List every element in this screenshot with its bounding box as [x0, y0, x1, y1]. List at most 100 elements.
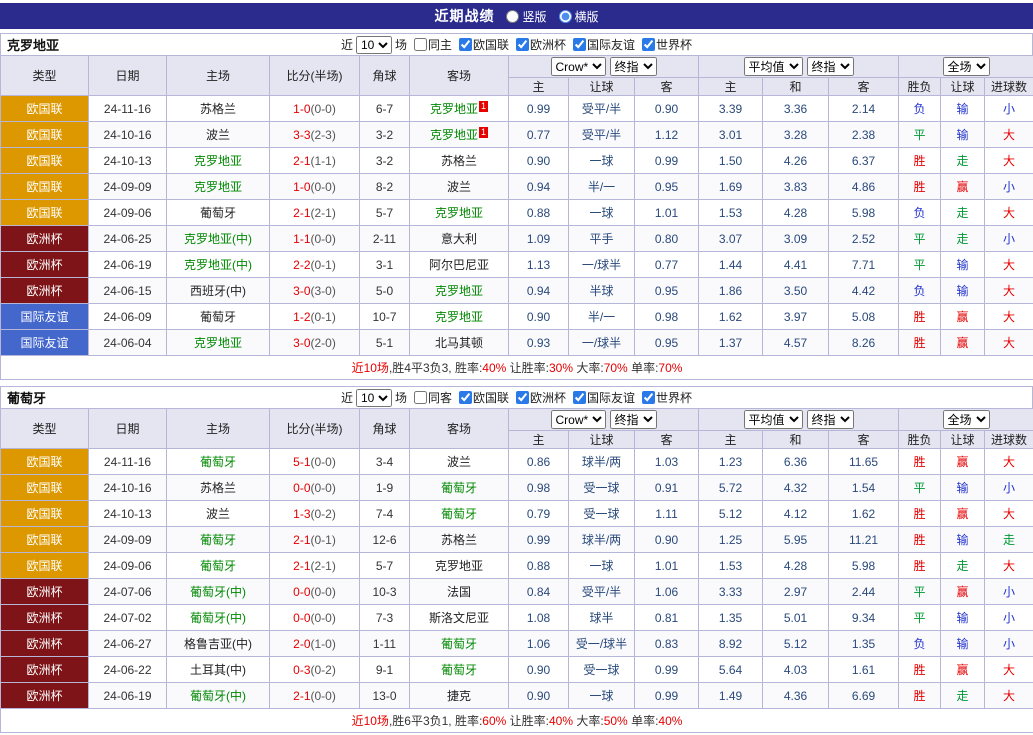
match-count-select[interactable]: 10 [355, 35, 392, 54]
competition-filter[interactable]: 国际友谊 [573, 389, 635, 406]
europe-odds-cell: 11.65 [828, 448, 900, 475]
europe-odds-cell: 5.98 [828, 199, 900, 226]
competition-filter[interactable]: 世界杯 [642, 36, 692, 53]
halftime-score: (0-0) [310, 584, 336, 599]
competition-label: 欧国联 [472, 391, 509, 405]
europe-odds-cell: 4.12 [762, 500, 830, 527]
handicap-odds-cell: 0.98 [508, 474, 569, 501]
result-cell: 输 [940, 526, 986, 553]
summary-segment: 70% [603, 361, 628, 375]
layout-option-vertical[interactable]: 竖版 [506, 8, 547, 25]
same-venue-checkbox[interactable] [413, 38, 427, 51]
same-venue-filter[interactable]: 同主 [413, 36, 452, 53]
halftime-score: (0-1) [310, 532, 336, 547]
score-cell: 3-0(3-0) [269, 277, 360, 304]
score-cell: 0-0(0-0) [269, 578, 360, 605]
competition-filter[interactable]: 欧洲杯 [516, 36, 566, 53]
handicap-odds-cell: 一球 [568, 552, 635, 579]
avg-stage-select[interactable]: 终指 [806, 57, 854, 76]
fulltime-scope-select[interactable]: 全场 [942, 410, 990, 429]
summary-segment: 70% [658, 361, 683, 375]
team-name: 葡萄牙 [7, 391, 47, 406]
result-cell: 走 [940, 552, 986, 579]
team-name-text: 土耳其(中) [190, 663, 246, 677]
column-header: 客场 [409, 408, 509, 449]
date-cell: 24-06-22 [88, 656, 167, 683]
odds-provider-select[interactable]: Crow* [550, 57, 606, 76]
europe-odds-cell: 5.64 [698, 656, 764, 683]
team-name-text: 苏格兰 [440, 533, 477, 547]
halftime-score: (1-1) [310, 153, 336, 168]
competition-checkbox[interactable] [516, 391, 529, 404]
competition-type-cell: 欧国联 [0, 147, 89, 174]
competition-type-cell: 欧国联 [0, 474, 89, 501]
match-count-select[interactable]: 10 [355, 388, 392, 407]
odds-stage-select[interactable]: 终指 [609, 57, 657, 76]
competition-filter[interactable]: 国际友谊 [573, 36, 635, 53]
score-cell: 2-1(0-0) [269, 682, 360, 709]
result-cell: 负 [898, 630, 942, 657]
competition-filter[interactable]: 欧洲杯 [516, 389, 566, 406]
result-cell: 输 [940, 95, 986, 122]
europe-odds-cell: 1.44 [698, 251, 764, 278]
column-subheader: 胜负 [898, 77, 942, 96]
team-name-text: 葡萄牙 [440, 663, 477, 677]
competition-checkbox[interactable] [573, 38, 587, 51]
same-venue-filter[interactable]: 同客 [413, 389, 452, 406]
handicap-odds-cell: 0.77 [633, 251, 700, 278]
result-cell: 大 [984, 303, 1033, 330]
odds-stage-select[interactable]: 终指 [609, 410, 657, 429]
competition-filter[interactable]: 欧国联 [458, 36, 509, 53]
competition-checkbox[interactable] [573, 391, 587, 404]
team-name-text: 波兰 [205, 507, 230, 521]
result-cell: 负 [898, 95, 942, 122]
vertical-layout-radio[interactable] [506, 9, 520, 23]
home-team-cell: 葡萄牙(中) [166, 682, 270, 709]
score-cell: 2-1(2-1) [269, 199, 360, 226]
page-title: 近期战绩 [434, 8, 495, 24]
competition-filter[interactable]: 欧国联 [458, 389, 509, 406]
result-cell: 大 [984, 682, 1033, 709]
match-row: 欧国联 24-10-13 克罗地亚 2-1(1-1) 3-2 苏格兰 0.90 一球 0.99 1… [0, 147, 1033, 174]
away-team-cell: 北马其顿 [409, 329, 509, 356]
team-name-text: 苏格兰 [440, 154, 477, 168]
competition-checkbox[interactable] [642, 38, 656, 51]
competition-checkbox[interactable] [458, 391, 472, 404]
competition-checkbox[interactable] [642, 391, 656, 404]
fulltime-score: 1-1 [293, 231, 311, 246]
competition-checkbox[interactable] [458, 38, 472, 51]
summary-segment: 大率: [573, 714, 604, 728]
result-cell: 大 [984, 552, 1033, 579]
horizontal-layout-radio[interactable] [558, 9, 572, 23]
avg-stage-select[interactable]: 终指 [806, 410, 854, 429]
home-team-cell: 苏格兰 [166, 95, 270, 122]
competition-label: 欧洲杯 [530, 391, 567, 405]
avg-provider-select[interactable]: 平均值 [743, 410, 803, 429]
match-row: 欧国联 24-09-06 葡萄牙 2-1(2-1) 5-7 克罗地亚 0.88 一球 1.01 1… [0, 552, 1033, 579]
handicap-odds-cell: 0.86 [508, 448, 569, 475]
result-cell: 赢 [940, 500, 986, 527]
competition-filter[interactable]: 世界杯 [642, 389, 692, 406]
team-name-text: 葡萄牙 [199, 533, 236, 547]
same-venue-checkbox[interactable] [413, 391, 427, 404]
column-subheader: 主 [508, 430, 569, 449]
competition-type-cell: 欧国联 [0, 526, 89, 553]
layout-option-horizontal[interactable]: 横版 [558, 8, 599, 25]
avg-provider-select[interactable]: 平均值 [743, 57, 803, 76]
halftime-score: (0-0) [310, 101, 336, 116]
fulltime-score: 2-2 [293, 257, 311, 272]
team-name-text: 克罗地亚 [434, 559, 483, 573]
europe-odds-cell: 4.26 [762, 147, 830, 174]
team-name-text: 葡萄牙(中) [190, 689, 246, 703]
odds-provider-select[interactable]: Crow* [550, 410, 606, 429]
fulltime-scope-select[interactable]: 全场 [942, 57, 990, 76]
column-subheader: 进球数 [984, 430, 1033, 449]
competition-checkbox[interactable] [516, 38, 529, 51]
competition-type-cell: 欧洲杯 [0, 656, 89, 683]
section-header: 葡萄牙 近 10 场 同客 欧国联 欧洲杯 国际友谊 世界杯 [0, 386, 1033, 408]
match-row: 国际友谊 24-06-04 克罗地亚 3-0(2-0) 5-1 北马其顿 0.93 一/球半 0… [0, 329, 1033, 356]
result-cell: 负 [898, 199, 942, 226]
date-cell: 24-09-06 [88, 552, 167, 579]
date-cell: 24-10-16 [88, 121, 167, 148]
away-team-cell: 葡萄牙 [409, 656, 509, 683]
